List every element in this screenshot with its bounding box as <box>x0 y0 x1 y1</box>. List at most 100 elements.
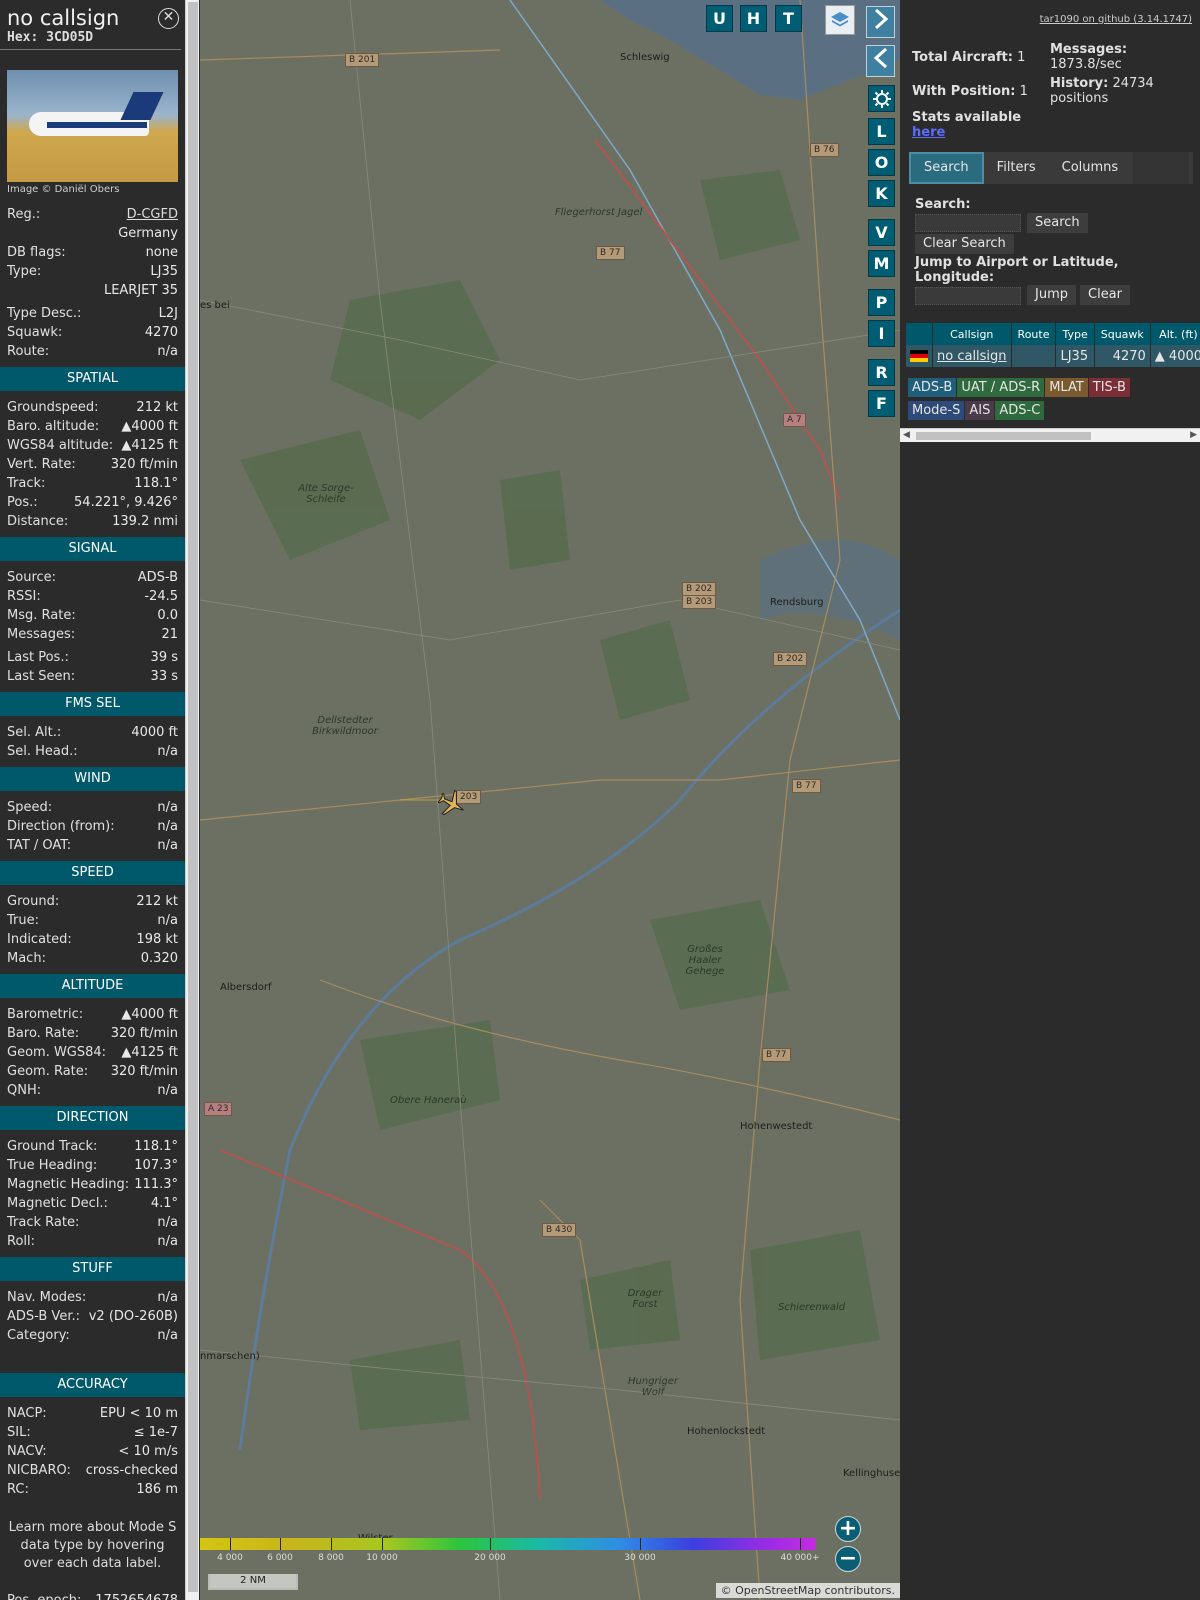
place-label: Alte Sorge-Schleife <box>298 483 354 505</box>
table-row[interactable]: no callsign LJ35 4270 ▲ 4000 <box>906 345 1200 367</box>
col-route[interactable]: Route <box>1011 323 1057 345</box>
info-row: Speed: n/a <box>0 798 185 817</box>
zoom-in-button[interactable]: + <box>835 1516 861 1542</box>
aircraft-marker-icon[interactable] <box>438 790 466 818</box>
toggle-r-button[interactable]: R <box>868 359 895 386</box>
clear-search-button[interactable]: Clear Search <box>915 234 1014 254</box>
info-panel-scrollbar[interactable] <box>185 0 199 1600</box>
osm-link[interactable]: OpenStreetMap <box>735 1584 821 1597</box>
info-row: RC: 186 m <box>0 1480 185 1499</box>
info-label: ADS-B Ver.: <box>7 1309 80 1324</box>
info-value: 212 kt <box>136 894 178 909</box>
toggle-v-button[interactable]: V <box>868 219 895 246</box>
info-row: True Heading: 107.3° <box>0 1156 185 1175</box>
info-value: ▲4000 ft <box>121 419 178 434</box>
settings-gear-icon[interactable] <box>868 85 895 112</box>
toggle-t-button[interactable]: T <box>775 5 802 32</box>
info-value: 54.221°, 9.426° <box>74 495 178 510</box>
info-value: cross-checked <box>85 1463 178 1478</box>
info-value: < 10 m/s <box>118 1444 178 1459</box>
tab-filters[interactable]: Filters <box>984 152 1049 184</box>
stats-here-link[interactable]: here <box>912 125 945 140</box>
row-route <box>1011 345 1057 367</box>
road-label: B 202 <box>773 652 808 666</box>
info-row: Ground: 212 kt <box>0 892 185 911</box>
source-badge: MLAT <box>1045 378 1088 397</box>
info-value: 107.3° <box>134 1158 178 1173</box>
toggle-f-button[interactable]: F <box>868 390 895 417</box>
tab-columns[interactable]: Columns <box>1049 152 1132 184</box>
altitude-scale-label: 30 000 <box>624 1553 656 1563</box>
tab-more[interactable] <box>1133 152 1190 184</box>
info-label: Source: <box>7 570 57 585</box>
toggle-k-button[interactable]: K <box>868 180 895 207</box>
col-callsign[interactable]: Callsign <box>932 323 1012 345</box>
aircraft-photo[interactable] <box>7 70 178 182</box>
zoom-out-button[interactable]: − <box>835 1546 861 1572</box>
info-value: ▲4125 ft <box>121 438 178 453</box>
expand-right-arrow-icon[interactable] <box>866 6 895 38</box>
table-horizontal-scrollbar[interactable]: ◀ ▶ <box>900 428 1200 442</box>
info-label: NACP: <box>7 1406 47 1421</box>
info-row: ADS-B Ver.: v2 (DO-260B) <box>0 1307 185 1326</box>
info-row: Germany <box>0 224 185 243</box>
place-label: nmarschen) <box>200 1351 260 1362</box>
info-row: Last Seen: 33 s <box>0 667 185 686</box>
toggle-o-button[interactable]: O <box>868 149 895 176</box>
col-type[interactable]: Type <box>1055 323 1095 345</box>
col-squawk[interactable]: Squawk <box>1094 323 1151 345</box>
info-value: 33 s <box>150 669 178 684</box>
info-value[interactable]: D-CGFD <box>127 205 178 224</box>
info-label: Msg. Rate: <box>7 608 76 623</box>
info-row: Vert. Rate: 320 ft/min <box>0 455 185 474</box>
layers-icon[interactable] <box>825 5 855 35</box>
jump-button[interactable]: Jump <box>1027 285 1076 305</box>
clear-button[interactable]: Clear <box>1080 285 1130 305</box>
history-stat: History: 24734 positions <box>1050 76 1154 106</box>
scroll-right-icon[interactable]: ▶ <box>1190 430 1197 440</box>
section-header: SPATIAL <box>0 367 185 391</box>
col-altitude[interactable]: Alt. (ft) <box>1150 323 1200 345</box>
info-value: n/a <box>157 800 178 815</box>
info-row: Msg. Rate: 0.0 <box>0 606 185 625</box>
toggle-l-button[interactable]: L <box>868 118 895 145</box>
search-label: Search: <box>915 197 971 212</box>
search-input[interactable] <box>915 214 1021 232</box>
info-value: 0.0 <box>157 608 178 623</box>
close-icon[interactable]: ✕ <box>158 8 179 29</box>
tab-search[interactable]: Search <box>909 152 984 184</box>
info-label: Nav. Modes: <box>7 1290 87 1305</box>
map[interactable]: Schleswig Fliegerhorst Jagel Alte Sorge-… <box>200 0 900 1600</box>
info-label: Indicated: <box>7 932 72 947</box>
info-label: Sel. Head.: <box>7 744 78 759</box>
jump-input[interactable] <box>915 287 1021 305</box>
altitude-scale-label: 8 000 <box>318 1553 344 1563</box>
aircraft-table: Callsign Route Type Squawk Alt. (ft) S n… <box>906 323 1200 367</box>
scroll-left-icon[interactable]: ◀ <box>903 430 910 440</box>
info-row: Type Desc.: L2J <box>0 304 185 323</box>
info-label: RC: <box>7 1482 29 1497</box>
col-flag[interactable] <box>906 323 933 345</box>
toggle-u-button[interactable]: U <box>706 5 733 32</box>
info-row: Sel. Alt.: 4000 ft <box>0 723 185 742</box>
info-value: 320 ft/min <box>110 1064 178 1079</box>
search-button[interactable]: Search <box>1027 213 1088 233</box>
source-legend: ADS-B UAT / ADS-R MLAT TIS-B Mode-S AIS ADS-C <box>908 378 1198 424</box>
collapse-left-arrow-icon[interactable] <box>866 45 895 77</box>
info-value: v2 (DO-260B) <box>88 1309 178 1324</box>
toggle-i-button[interactable]: I <box>868 320 895 347</box>
section-header: DIRECTION <box>0 1106 185 1130</box>
row-squawk: 4270 <box>1094 345 1151 367</box>
toggle-h-button[interactable]: H <box>740 5 767 32</box>
toggle-m-button[interactable]: M <box>868 250 895 277</box>
aircraft-hex: Hex: 3CD05D <box>7 30 94 45</box>
github-link[interactable]: tar1090 on github (3.14.1747) <box>1040 14 1192 25</box>
info-label: Pos.: <box>7 495 38 510</box>
toggle-p-button[interactable]: P <box>868 289 895 316</box>
aircraft-header: no callsign Hex: 3CD05D <box>0 0 181 50</box>
messages-stat: Messages: 1873.8/sec <box>1050 42 1128 72</box>
info-value: 186 m <box>136 1482 178 1497</box>
source-badge: TIS-B <box>1088 378 1130 397</box>
row-callsign[interactable]: no callsign <box>932 345 1012 367</box>
info-row: True: n/a <box>0 911 185 930</box>
